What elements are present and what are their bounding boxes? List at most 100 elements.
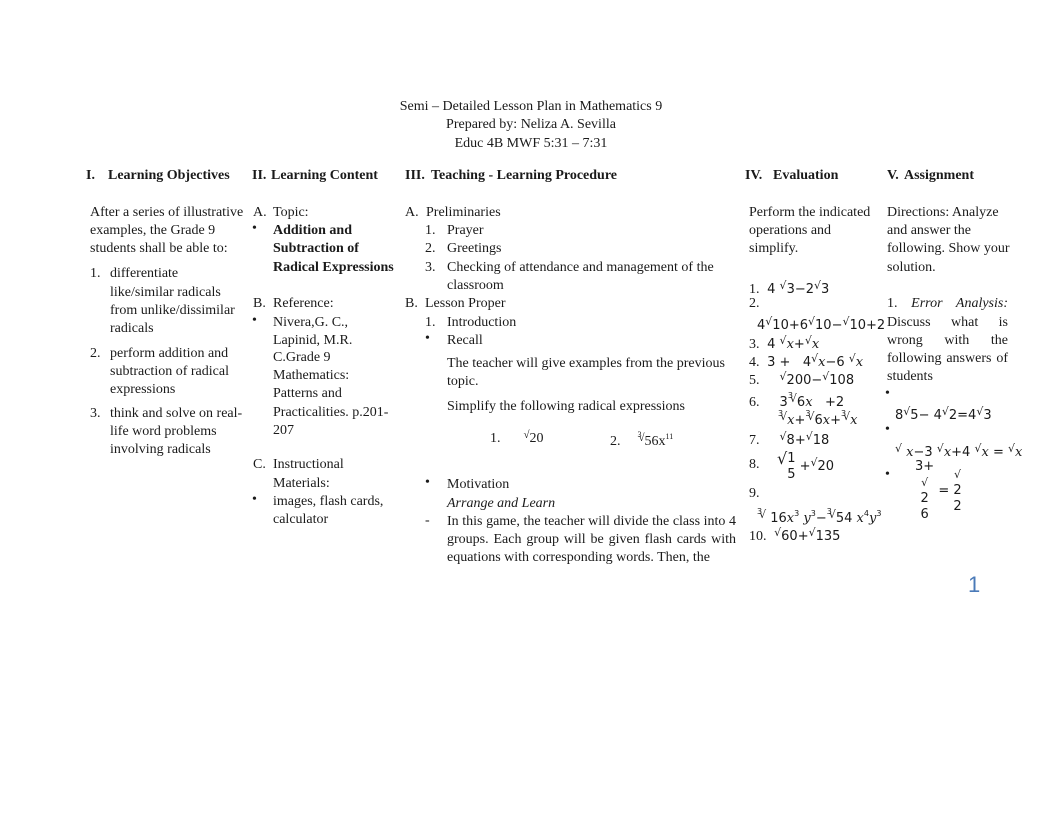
bullet-icon: • (885, 386, 890, 401)
materials-text: images, flash cards, (273, 494, 384, 509)
lesson-proper-heading: Lesson Proper (425, 296, 506, 311)
reference-text: Nivera,G. C., (273, 315, 349, 330)
topic-text: Radical Expressions (273, 260, 394, 275)
reference-text: Lapinid, M.R. (273, 333, 353, 348)
reference-text: Mathematics: (273, 368, 350, 383)
bullet-icon: • (425, 475, 430, 490)
dash-icon: - (425, 513, 430, 528)
recall-label: Recall (447, 333, 483, 348)
game-description: In this game, the teacher will divide th… (447, 514, 736, 565)
item-expression: √60+√135 (774, 526, 841, 544)
item-expression: 4 √3−2√3 (763, 279, 830, 297)
objective-number: 3. (90, 406, 101, 421)
task-title: Error Analysis: (911, 296, 1009, 311)
item-number: 7. (749, 433, 760, 448)
heading-learning-objectives: I. Learning Objectives (86, 168, 230, 184)
task-number: 1. (887, 296, 898, 311)
page-number: 1 (968, 572, 981, 597)
prelim-number: 3. (425, 260, 436, 275)
objective-text: life word problems (110, 424, 217, 439)
materials-text: calculator (273, 512, 329, 527)
item-expression: √200−√108 (779, 370, 855, 388)
heading-numeral: II. (252, 168, 267, 183)
item-number: 8. (749, 457, 760, 472)
reference-text: Patterns and (273, 386, 342, 401)
preliminaries-label: A. (405, 205, 419, 220)
evaluation-item: 10. √60+√135 (749, 524, 840, 546)
reference-text: C.Grade 9 (273, 350, 331, 365)
objective-text: subtraction of radical (110, 364, 229, 379)
objective-text: like/similar radicals (110, 285, 221, 300)
prelim-text: classroom (447, 278, 504, 293)
example-number: 2. (610, 434, 621, 449)
assignment-intro: solution. (887, 260, 936, 275)
error-analysis-heading: 1. Error Analysis: (887, 295, 1008, 313)
item-number: 5. (749, 373, 760, 388)
game-title: Arrange and Learn (447, 496, 556, 511)
recall-text: topic. (447, 374, 479, 389)
evaluation-intro: Perform the indicated (749, 205, 871, 220)
heading-numeral: I. (86, 168, 95, 183)
bullet-icon: • (252, 221, 257, 236)
motivation-label: Motivation (447, 477, 510, 492)
bullet-icon: • (252, 313, 257, 328)
document-title: Semi – Detailed Lesson Plan in Mathemati… (399, 99, 663, 114)
materials-label: C. (253, 457, 266, 472)
class-info: Educ 4B MWF 5:31 – 7:31 (454, 136, 608, 151)
item-number: 6. (749, 395, 760, 410)
simplify-instruction: Simplify the following radical expressio… (447, 399, 685, 414)
bullet-icon: • (885, 467, 890, 482)
objective-text: think and solve on real- (110, 406, 243, 421)
materials-heading: Materials: (273, 476, 330, 491)
recall-example: 2. 3√56x11 (610, 426, 673, 451)
objective-text: involving radicals (110, 442, 211, 457)
prelim-text: Prayer (447, 223, 484, 238)
student-answer: 8√5− 4√2=4√3 (895, 405, 992, 423)
example-radicand: 20 (529, 431, 544, 446)
heading-teaching-procedure: III. Teaching - Learning Procedure (405, 168, 617, 184)
preliminaries-heading: Preliminaries (426, 205, 501, 220)
task-description: Discuss what is wrong with the following… (887, 315, 1008, 384)
assignment-intro: Directions: Analyze (887, 205, 999, 220)
heading-assignment: V. Assignment (887, 168, 974, 184)
item-number: 2. (749, 296, 760, 311)
item-number: 10. (749, 529, 767, 544)
heading-evaluation: IV. Evaluation (745, 168, 838, 184)
student-answer: 3+ √ 2 6 = √ 2 2 (915, 459, 962, 522)
heading-text: Teaching - Learning Procedure (431, 168, 618, 183)
reference-text: 207 (273, 423, 294, 438)
evaluation-item: 7. √8+√18 (749, 428, 829, 450)
assignment-intro: following. Show your (887, 241, 1010, 256)
objective-text: differentiate (110, 266, 179, 281)
topic-heading: Topic: (273, 205, 309, 220)
recall-text: The teacher will give examples from the … (447, 356, 725, 371)
objective-text: radicals (110, 321, 154, 336)
example-exponent: 11 (665, 432, 674, 441)
prelim-text: Greetings (447, 241, 502, 256)
bullet-icon: • (252, 492, 257, 507)
heading-text: Learning Content (271, 168, 378, 183)
topic-text: Addition and (273, 223, 352, 238)
objectives-intro: students shall be able to: (90, 241, 228, 256)
materials-heading: Instructional (273, 457, 344, 472)
item-expression: √8+√18 (779, 430, 830, 448)
topic-text: Subtraction of (273, 241, 359, 256)
bullet-icon: • (885, 422, 890, 437)
heading-numeral: III. (405, 168, 425, 183)
heading-numeral: V. (887, 168, 899, 183)
reference-label: B. (253, 296, 266, 311)
reference-text: Practicalities. p.201- (273, 405, 389, 420)
bullet-icon: • (425, 331, 430, 346)
lesson-proper-label: B. (405, 296, 418, 311)
item-expression: √ 1 5 +√20 (777, 449, 835, 482)
objective-number: 2. (90, 346, 101, 361)
introduction-label: Introduction (447, 315, 517, 330)
heading-text: Learning Objectives (108, 168, 230, 183)
prepared-by: Prepared by: Neliza A. Sevilla (446, 117, 616, 132)
prelim-text: Checking of attendance and management of… (447, 260, 714, 275)
objectives-intro: After a series of illustrative (90, 205, 244, 220)
objective-number: 1. (90, 266, 101, 281)
item-number: 9. (749, 486, 760, 501)
evaluation-item: 1. 4 √3−2√3 (749, 277, 829, 299)
prelim-number: 2. (425, 241, 436, 256)
